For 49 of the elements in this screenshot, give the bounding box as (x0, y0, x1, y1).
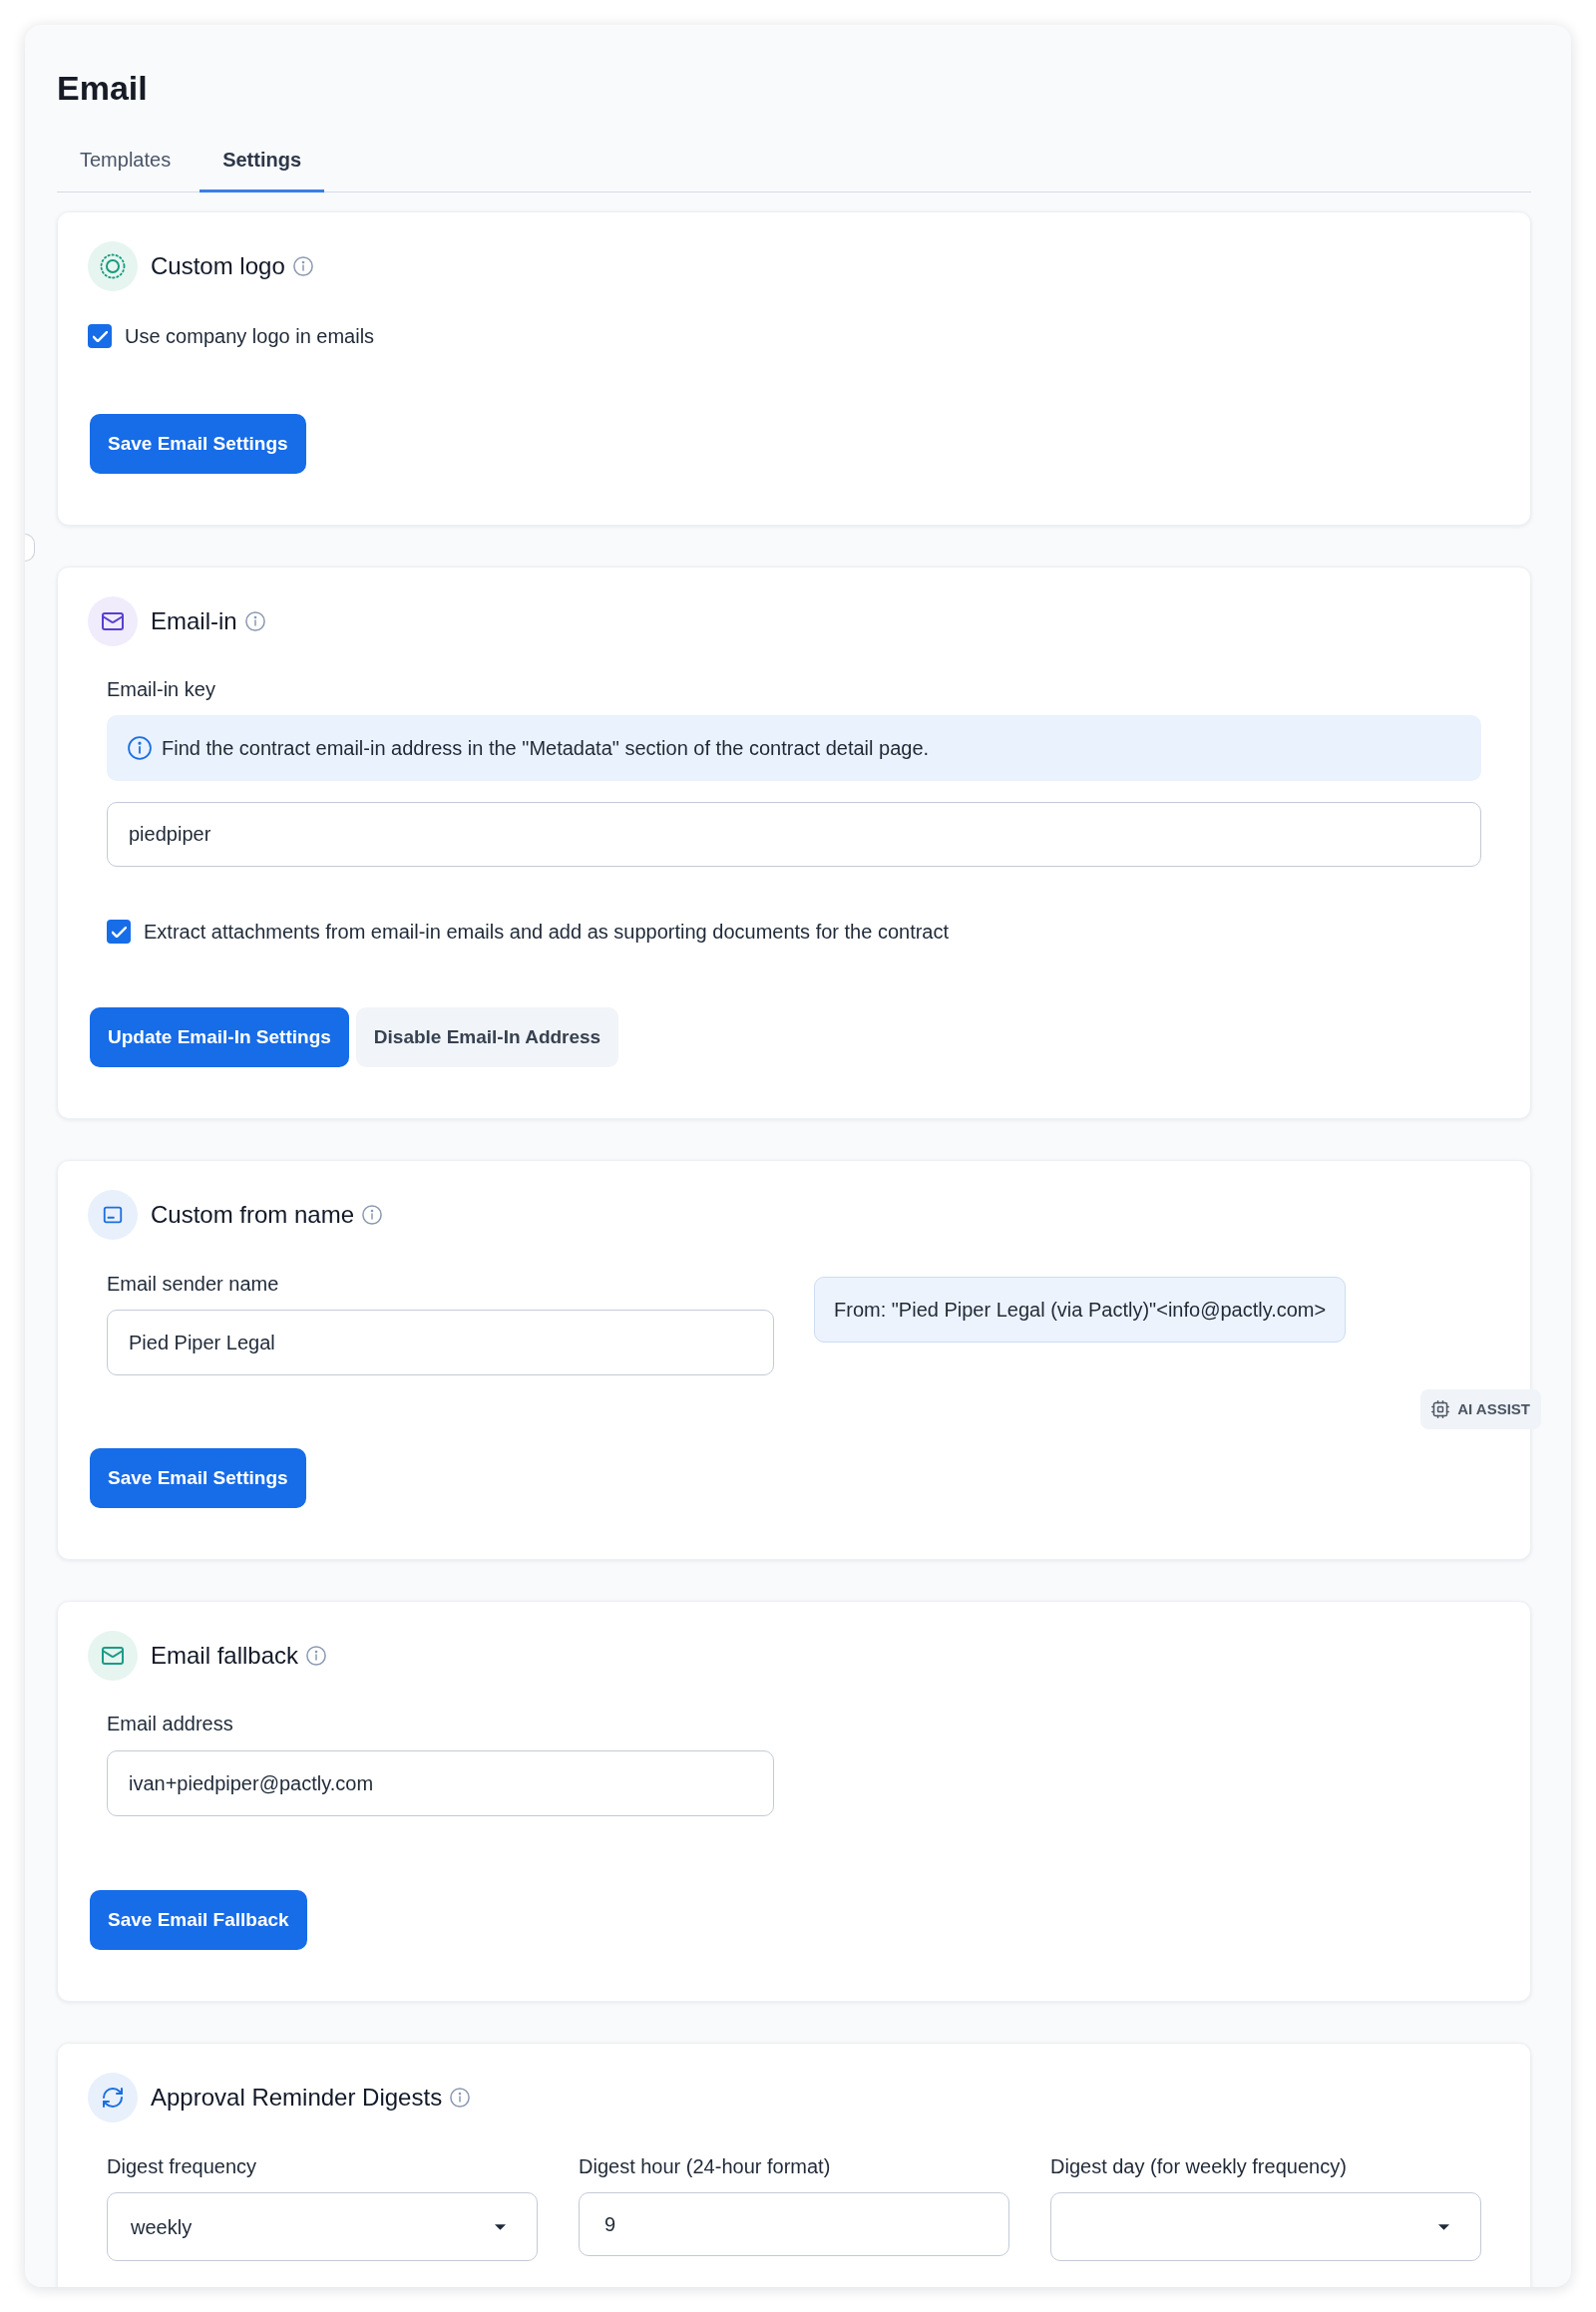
field-label: Digest hour (24-hour format) (579, 2154, 831, 2178)
save-button[interactable]: Save Email Fallback (90, 1890, 307, 1950)
key-input[interactable]: piedpiper (107, 802, 1481, 867)
info-icon (362, 1205, 383, 1225)
checkbox[interactable] (88, 324, 112, 348)
field-label: Email address (107, 1712, 233, 1735)
checkbox-label: Use company logo in emails (125, 324, 375, 348)
ring-icon (88, 241, 138, 291)
section-title: Custom from name (151, 1200, 355, 1230)
checkbox-label: Extract attachments from email-in emails and add as supporting documents for the contract (144, 920, 950, 944)
field-label: Email-in key (107, 677, 215, 701)
collapse-handle[interactable] (25, 534, 35, 562)
save-button[interactable]: Save Email Settings (90, 1448, 306, 1508)
field-label: Digest day (for weekly frequency) (1050, 2154, 1347, 2178)
email-input[interactable]: ivan+piedpiper@pactly.com (107, 1750, 774, 1816)
section-title: Email fallback (151, 1641, 299, 1671)
field-label: Digest frequency (107, 2154, 257, 2178)
hour-input[interactable]: 9 (579, 2192, 1009, 2256)
caret-icon (495, 2223, 506, 2230)
disable-button[interactable]: Disable Email-In Address (355, 1007, 619, 1067)
dropdown-field[interactable]: weekly (107, 2192, 538, 2261)
chip-icon (1431, 1400, 1450, 1418)
tab[interactable]: Settings (200, 129, 325, 193)
checkbox[interactable] (107, 920, 131, 944)
info-icon (244, 611, 265, 631)
section-title: Custom logo (151, 251, 285, 281)
check-icon (111, 926, 127, 938)
card-icon (88, 1190, 138, 1240)
envelope-icon (88, 596, 138, 646)
save-button[interactable]: Save Email Settings (90, 414, 306, 474)
envelope-icon (88, 1631, 138, 1681)
info-icon (306, 1646, 327, 1666)
check-icon (92, 330, 108, 342)
section-title: Approval Reminder Digests (151, 2083, 443, 2113)
page-title: Email (57, 68, 148, 109)
tab[interactable]: Templates (57, 129, 195, 193)
info-icon (450, 2088, 471, 2108)
ai-assist-button[interactable]: AI ASSIST (1420, 1389, 1541, 1429)
field-label: Email sender name (107, 1272, 279, 1296)
info-text: Find the contract email-in address in the "Metadata" section of the contract detail page. (162, 736, 930, 761)
refresh-icon (88, 2073, 138, 2122)
caret-icon (1438, 2223, 1449, 2230)
dropdown-field[interactable] (1050, 2192, 1481, 2261)
section-title: Email-in (151, 606, 237, 636)
sender-name-input[interactable]: Pied Piper Legal (107, 1310, 774, 1375)
update-button[interactable]: Update Email-In Settings (90, 1007, 349, 1067)
info-icon (292, 256, 313, 276)
sender-preview: From: "Pied Piper Legal (via Pactly)"<info@pactly.com> (814, 1277, 1347, 1343)
info-icon (128, 736, 152, 760)
